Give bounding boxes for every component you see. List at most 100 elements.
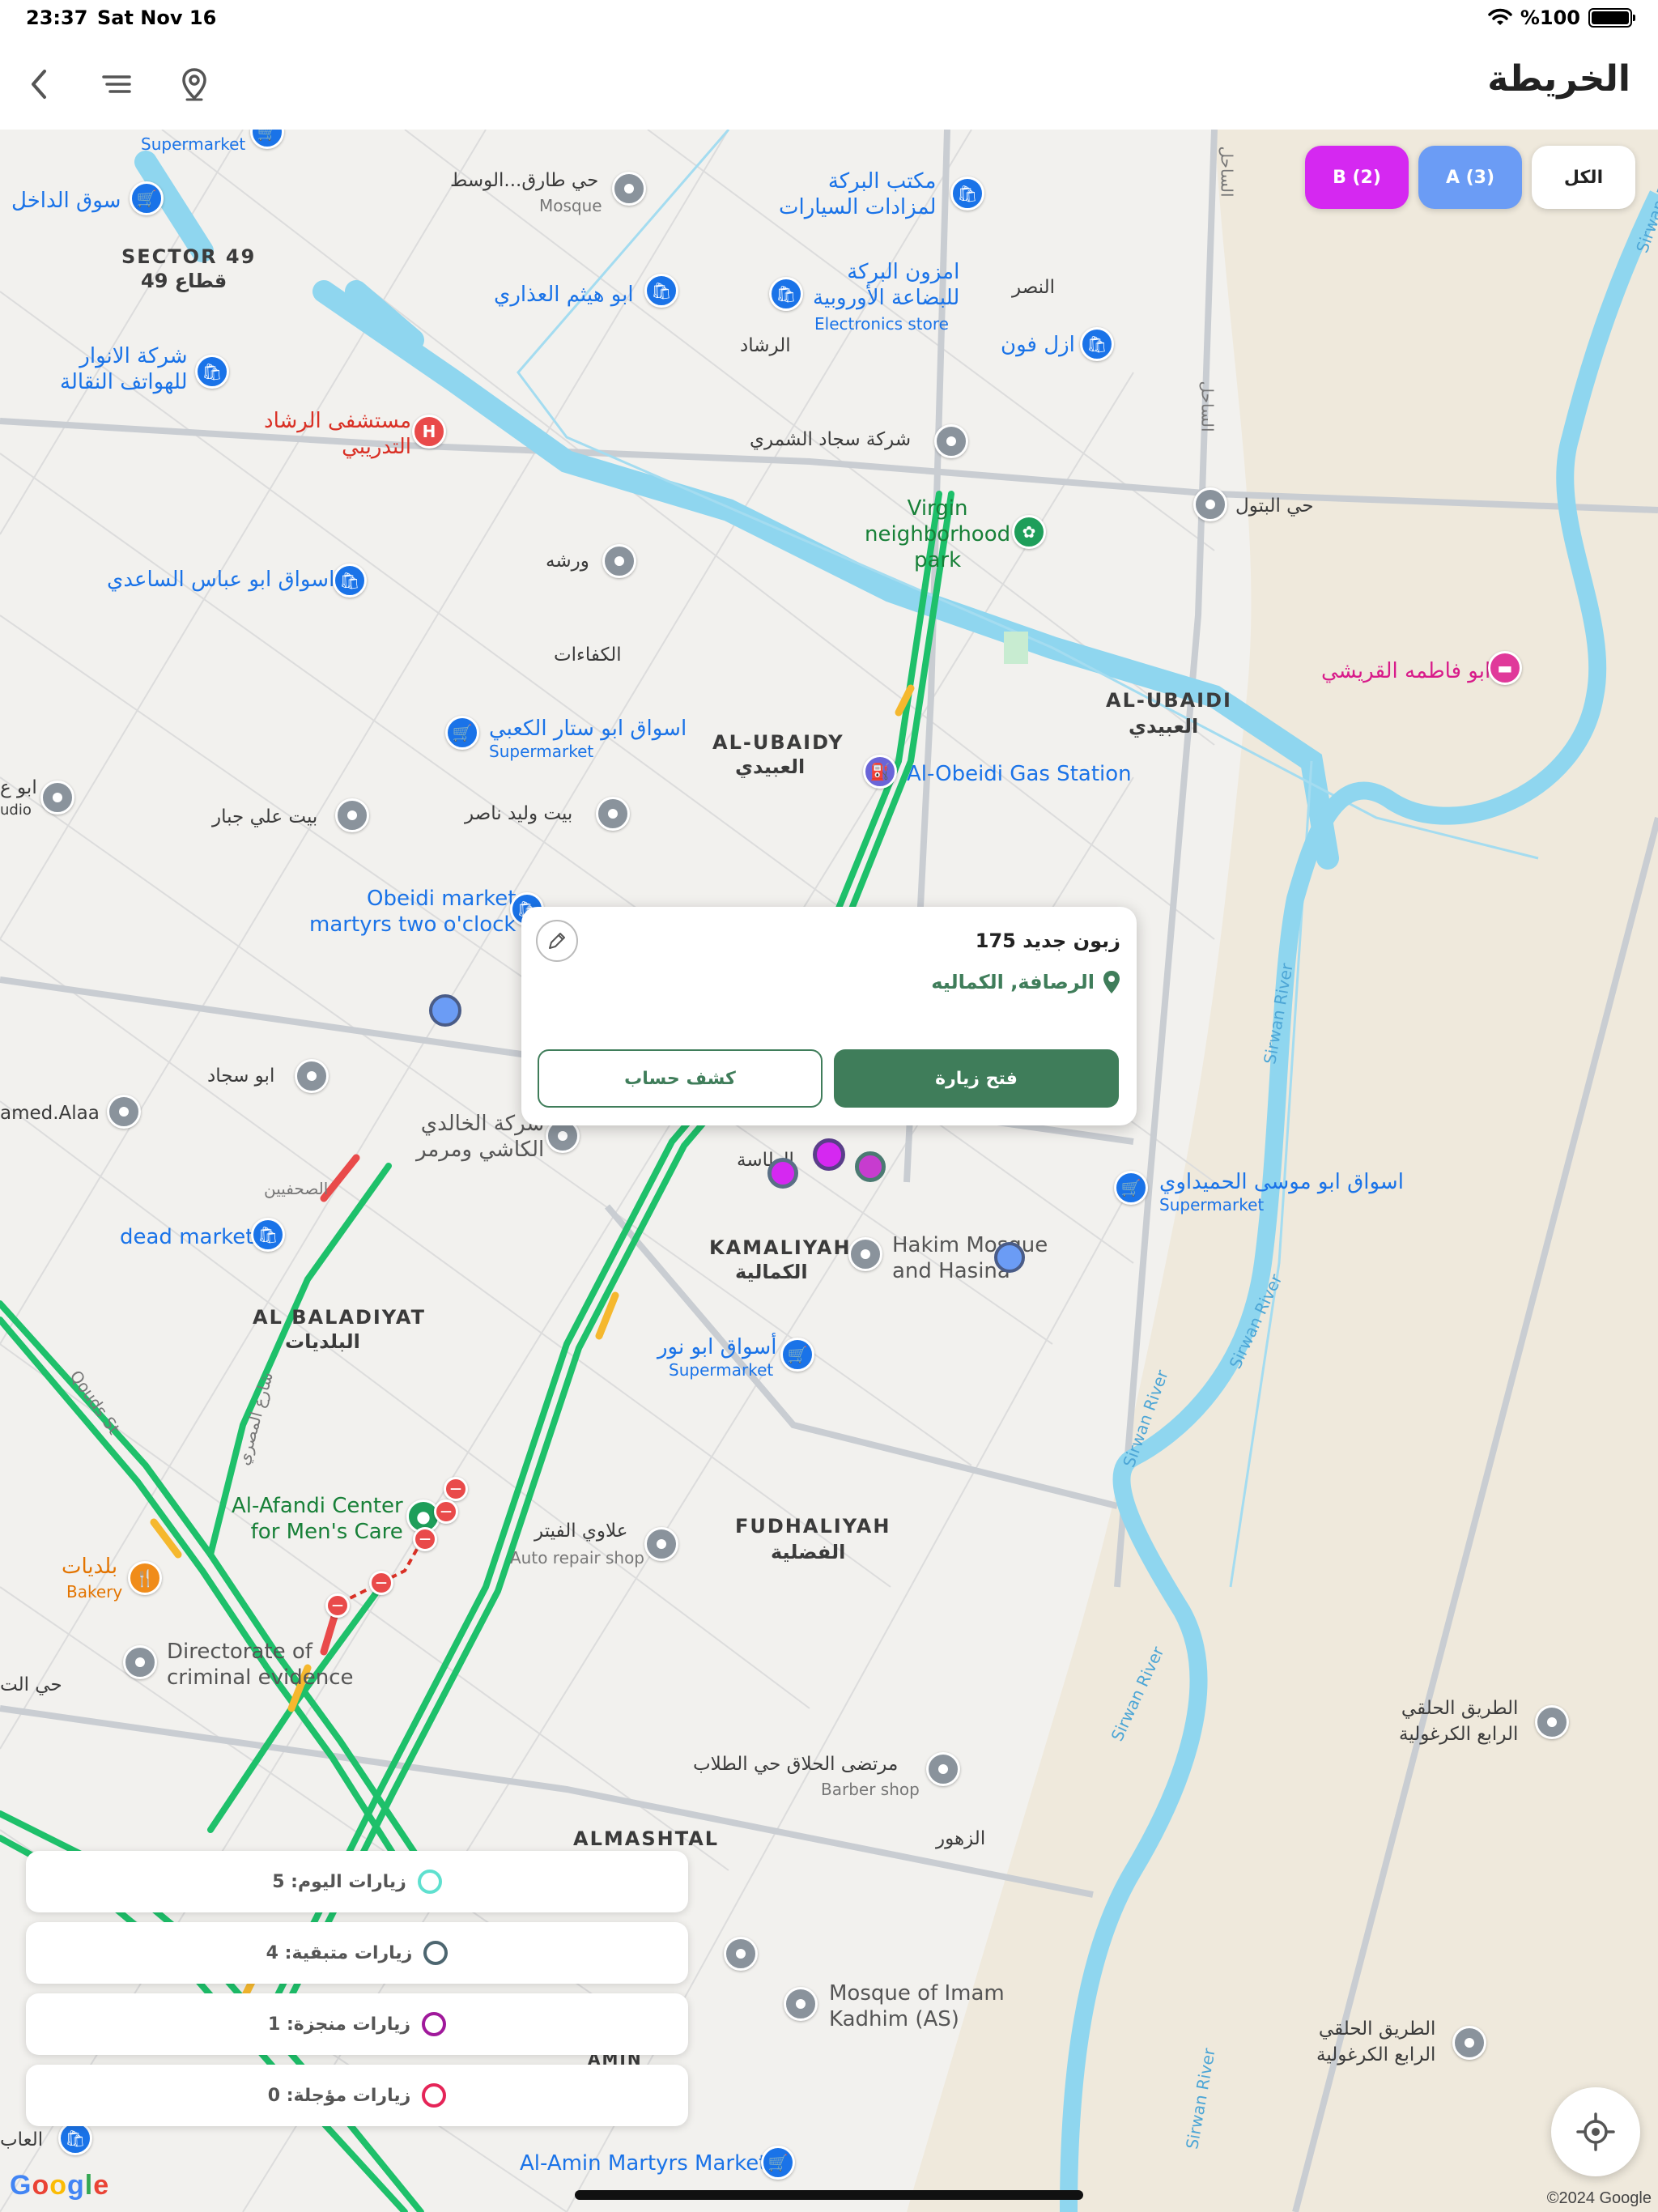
- hotel-icon[interactable]: ▬: [1488, 651, 1522, 685]
- shopping-bag-icon[interactable]: 🛍: [769, 277, 803, 311]
- label-abu-musa-market: اسواق ابو موسى الحميداوي: [1159, 1170, 1404, 1194]
- account-statement-button[interactable]: كشف حساب: [538, 1049, 823, 1108]
- place-pin-icon[interactable]: [1452, 2026, 1486, 2060]
- google-logo: Google: [10, 2170, 110, 2201]
- label-amin-martyrs: Al-Amin Martyrs Market: [520, 2151, 767, 2176]
- list-button[interactable]: [94, 62, 139, 107]
- shopping-bag-icon[interactable]: 🛍: [58, 2121, 92, 2155]
- place-pin-icon[interactable]: [107, 1095, 141, 1129]
- place-pin-icon[interactable]: [644, 1527, 678, 1561]
- stat-label: زيارات اليوم: 5: [272, 1871, 406, 1892]
- label-baladiyat-ar: البلديات: [285, 1330, 360, 1353]
- shopping-cart-icon[interactable]: 🛒: [1114, 1171, 1148, 1205]
- wifi-icon: [1488, 8, 1512, 25]
- label-gas-station: Al-Obeidi Gas Station: [907, 762, 1132, 786]
- mosque-pin-icon[interactable]: [784, 1987, 818, 2021]
- label-maktab-baraka: مكتب البركة لمزادات السيارات: [779, 169, 937, 219]
- label-kafaat: الكفاءات: [554, 644, 622, 666]
- customer-marker-b[interactable]: [767, 1158, 798, 1189]
- open-visit-button[interactable]: فتح زيارة: [834, 1049, 1119, 1108]
- mosque-pin-icon[interactable]: [612, 172, 646, 206]
- government-pin-icon[interactable]: [123, 1645, 157, 1679]
- label-mosque: Mosque: [539, 196, 602, 215]
- shopping-cart-icon[interactable]: 🛒: [130, 181, 164, 215]
- battery-icon: [1588, 8, 1635, 28]
- place-pin-icon[interactable]: [1535, 1705, 1569, 1739]
- ring-icon: [422, 2012, 447, 2036]
- place-pin-icon[interactable]: [1193, 487, 1227, 521]
- place-pin-icon[interactable]: [596, 797, 630, 831]
- label-rashad: الرشاد: [740, 335, 791, 356]
- home-indicator[interactable]: [575, 2190, 1083, 2200]
- label-baladiyat-en: AL BALADIYAT: [253, 1306, 426, 1329]
- status-time: 23:37: [26, 6, 88, 29]
- shopping-cart-icon[interactable]: 🛒: [761, 2146, 795, 2180]
- place-pin-icon[interactable]: [40, 781, 74, 815]
- label-beit-ali: بيت علي جبار: [212, 806, 318, 827]
- shopping-bag-icon[interactable]: 🛍: [195, 355, 229, 389]
- map-copyright: ©2024 Google: [1546, 2189, 1652, 2207]
- label-nasr: النصر: [1012, 277, 1055, 298]
- my-location-button[interactable]: [1551, 2087, 1640, 2176]
- place-pin-icon[interactable]: [934, 424, 968, 458]
- nav-bar: الخريطة: [0, 40, 1658, 130]
- hospital-icon[interactable]: H: [412, 415, 446, 449]
- shopping-cart-icon[interactable]: 🛒: [445, 716, 479, 750]
- edit-button[interactable]: [536, 920, 578, 962]
- park-icon[interactable]: ✿: [1012, 515, 1046, 549]
- filter-chip-all[interactable]: الكل: [1532, 146, 1635, 209]
- label-alawi-fitter: علاوي الفيتر: [534, 1521, 628, 1542]
- place-pin-icon[interactable]: [602, 544, 636, 578]
- label-fudhaliyah-ar: الفضلية: [771, 1541, 846, 1563]
- shopping-bag-icon[interactable]: 🛍: [333, 564, 367, 598]
- shopping-bag-icon[interactable]: 🛍: [644, 274, 678, 308]
- place-pin-icon[interactable]: [926, 1752, 960, 1786]
- place-pin-icon[interactable]: [295, 1059, 329, 1093]
- stat-label: زيارات منجزة: 1: [267, 2014, 411, 2035]
- label-al-ubaidy-en: AL-UBAIDY: [712, 731, 844, 754]
- label-abu-nour-market: أسواق ابو نور: [657, 1335, 777, 1359]
- location-button[interactable]: [172, 62, 217, 107]
- label-labadi: العاب: [0, 2129, 44, 2150]
- road-closure-icon: —: [434, 1499, 458, 1524]
- back-button[interactable]: [16, 62, 62, 107]
- label-abu-fatima: ابو فاطمه القريشي: [1321, 659, 1491, 683]
- label-abu-abbas-market: اسواق ابو عباس الساعدي: [107, 568, 335, 592]
- school-pin-icon[interactable]: [724, 1937, 758, 1971]
- status-date: Sat Nov 16: [97, 6, 217, 29]
- shopping-cart-icon[interactable]: 🛒: [780, 1338, 814, 1372]
- label-rashad-hospital: مستشفى الرشاد التدريبي: [264, 409, 412, 459]
- customer-marker-b[interactable]: [813, 1138, 845, 1171]
- mosque-pin-icon[interactable]: [848, 1237, 882, 1271]
- filter-chip-a[interactable]: A (3): [1418, 146, 1522, 209]
- gas-station-icon[interactable]: ⛽: [863, 755, 897, 789]
- stat-label: زيارات مؤجلة: 0: [267, 2085, 411, 2106]
- shopping-bag-icon[interactable]: 🛍: [1080, 327, 1114, 361]
- label-souq-dakhil: سوق الداخل: [11, 189, 121, 213]
- label-kamaliyah-en: KAMALIYAH: [709, 1236, 852, 1259]
- shopping-bag-icon[interactable]: 🛍: [950, 177, 984, 211]
- stat-visits-postponed: زيارات مؤجلة: 0: [26, 2065, 688, 2126]
- road-closure-icon: —: [413, 1527, 437, 1551]
- customer-marker-a[interactable]: [994, 1242, 1025, 1273]
- filter-chip-b[interactable]: B (2): [1305, 146, 1409, 209]
- label-barber: Barber shop: [821, 1780, 920, 1799]
- label-al-ubaidy-ar: العبيدي: [735, 755, 806, 778]
- label-sector49-ar: قطاع 49: [141, 270, 227, 292]
- label-hay-batool: حي البتول: [1235, 496, 1314, 517]
- label-obeidi-market: Obeidi market martyrs two o'clock: [309, 887, 517, 937]
- customer-marker-a[interactable]: [855, 1151, 886, 1182]
- customer-location: الرصافة, الكماليه: [931, 970, 1120, 994]
- stat-visits-done: زيارات منجزة: 1: [26, 1993, 688, 2055]
- pencil-icon: [549, 933, 565, 949]
- shopping-bag-icon[interactable]: 🛍: [251, 1218, 285, 1252]
- label-supermarket-top: Supermarket: [141, 134, 246, 154]
- label-abu-ali-left: ابو ع: [0, 777, 37, 798]
- place-pin-icon[interactable]: [335, 798, 369, 832]
- bakery-icon[interactable]: 🍴: [128, 1561, 162, 1595]
- ring-icon: [422, 2083, 447, 2108]
- label-ring-road-1: الطريق الحلقي الرابع الكرغولية: [1399, 1698, 1519, 1745]
- customer-marker-a[interactable]: [429, 994, 461, 1027]
- customer-popup-card: زبون جديد 175 الرصافة, الكماليه كشف حساب…: [521, 907, 1137, 1125]
- ring-icon: [423, 1941, 449, 1965]
